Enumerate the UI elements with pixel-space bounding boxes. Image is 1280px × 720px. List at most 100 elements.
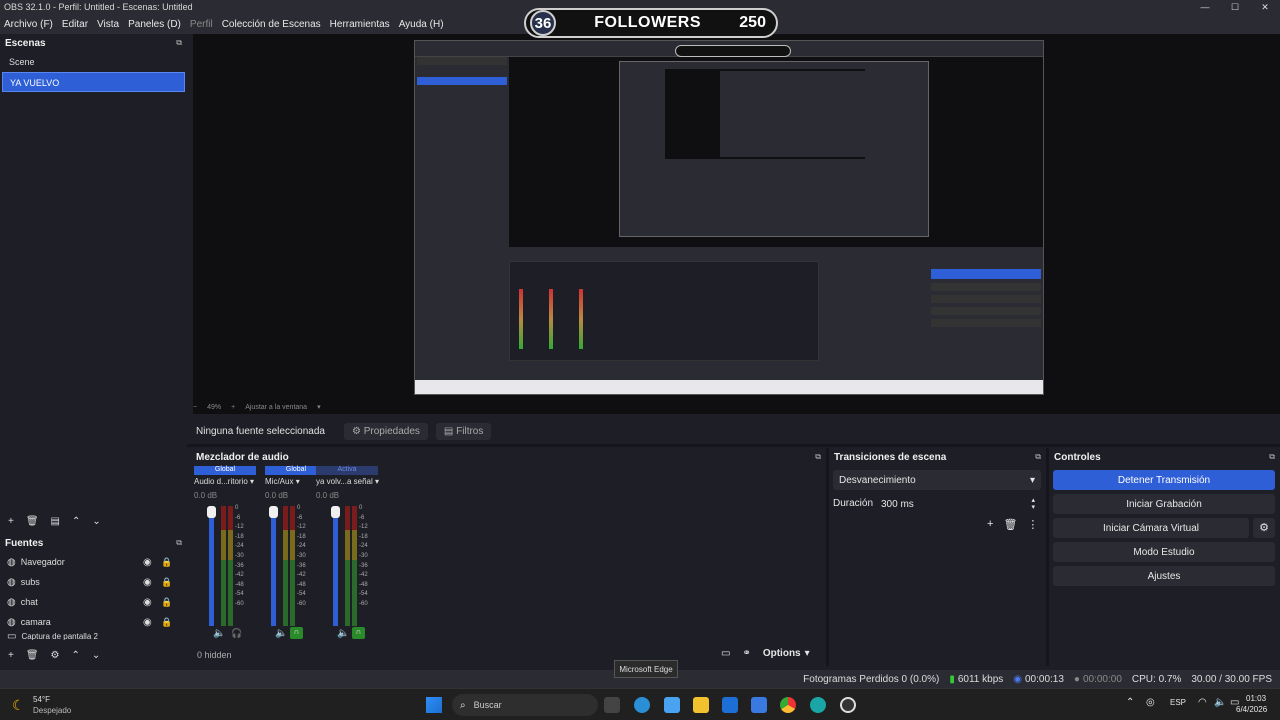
- channel-name[interactable]: ya volv...a señal ▾: [316, 477, 379, 486]
- volume-slider-track[interactable]: [333, 506, 338, 626]
- properties-button[interactable]: ⚙ Propiedades: [344, 422, 428, 440]
- clock-date[interactable]: 6/4/2026: [1236, 705, 1267, 714]
- volume-slider-handle[interactable]: [207, 506, 216, 518]
- maximize-button[interactable]: ☐: [1220, 0, 1250, 14]
- menu-perfil[interactable]: Perfil: [190, 19, 213, 30]
- lock-icon[interactable]: 🔒: [161, 597, 172, 608]
- wifi-icon[interactable]: ◠: [1198, 697, 1207, 708]
- zoom-out-icon[interactable]: −: [193, 404, 197, 411]
- zoom-in-icon[interactable]: +: [231, 404, 235, 411]
- outlook-icon[interactable]: [751, 697, 767, 713]
- volume-slider-track[interactable]: [271, 506, 276, 626]
- lock-icon[interactable]: 🔒: [161, 577, 172, 588]
- volume-icon[interactable]: 🔈: [1214, 697, 1226, 708]
- undock-icon[interactable]: ⧉: [1035, 452, 1041, 462]
- move-up-icon[interactable]: ⌃: [72, 650, 80, 661]
- close-button[interactable]: ✕: [1250, 0, 1280, 14]
- add-transition-icon[interactable]: +: [987, 518, 993, 531]
- windows-start-icon[interactable]: [426, 697, 442, 713]
- eye-icon[interactable]: ◉: [143, 557, 152, 568]
- taskbar-search[interactable]: ⌕ Buscar: [452, 694, 598, 716]
- source-item[interactable]: ◍ Navegador ◉ 🔒: [0, 552, 187, 572]
- source-item[interactable]: ▭ Captura de pantalla 2: [0, 632, 187, 640]
- spinner-icon[interactable]: ▴ ▾: [1031, 497, 1035, 511]
- source-item[interactable]: ◍ chat ◉ 🔒: [0, 592, 187, 612]
- lock-icon[interactable]: 🔒: [161, 617, 172, 628]
- undock-icon[interactable]: ⧉: [176, 38, 182, 48]
- channel-name[interactable]: Audio d...ritorio ▾: [194, 477, 256, 486]
- start-recording-button[interactable]: Iniciar Grabación: [1053, 494, 1275, 514]
- undock-icon[interactable]: ⧉: [176, 538, 182, 548]
- filters-button[interactable]: ▤ Filtros: [435, 422, 492, 440]
- weather-temp[interactable]: 54°F: [33, 695, 50, 704]
- menu-editar[interactable]: Editar: [62, 19, 88, 30]
- eye-icon[interactable]: ◉: [143, 597, 152, 608]
- scene-item-scene[interactable]: Scene: [2, 52, 185, 72]
- move-down-icon[interactable]: ⌄: [92, 650, 100, 661]
- chevron-down-icon[interactable]: ▾: [805, 648, 810, 659]
- headphones-on-icon[interactable]: ∩: [352, 627, 365, 639]
- undock-icon[interactable]: ⧉: [815, 452, 821, 462]
- duration-input[interactable]: 300 ms ▴ ▾: [875, 494, 1041, 514]
- gear-icon[interactable]: ⚙: [1253, 518, 1275, 538]
- move-up-icon[interactable]: ⌃: [72, 516, 80, 527]
- menu-herramientas[interactable]: Herramientas: [330, 19, 390, 30]
- eye-icon[interactable]: ◉: [143, 577, 152, 588]
- layout-icon[interactable]: ▭: [721, 648, 730, 659]
- obs-icon[interactable]: [840, 697, 856, 713]
- volume-slider-handle[interactable]: [269, 506, 278, 518]
- task-view-icon[interactable]: [604, 697, 620, 713]
- source-item[interactable]: ◍ subs ◉ 🔒: [0, 572, 187, 592]
- file-explorer-icon[interactable]: [693, 697, 709, 713]
- remove-source-icon[interactable]: 🗑: [26, 650, 39, 661]
- chrome-icon[interactable]: [780, 697, 796, 713]
- network-icon[interactable]: ◎: [1146, 697, 1155, 708]
- headphones-off-icon[interactable]: 🎧: [231, 628, 242, 639]
- move-down-icon[interactable]: ⌄: [92, 516, 100, 527]
- speaker-icon[interactable]: 🔈: [213, 628, 225, 639]
- eye-icon[interactable]: ◉: [143, 617, 152, 628]
- volume-slider-handle[interactable]: [331, 506, 340, 518]
- fit-window-label[interactable]: Ajustar a la ventana: [245, 404, 307, 411]
- weather-desc[interactable]: Despejado: [33, 706, 71, 715]
- scene-filters-icon[interactable]: ▤: [51, 516, 60, 527]
- source-item[interactable]: ◍ camara ◉ 🔒: [0, 612, 187, 632]
- add-source-icon[interactable]: +: [8, 650, 14, 661]
- add-scene-icon[interactable]: +: [8, 516, 14, 527]
- channel-mode-badge[interactable]: Global: [194, 466, 256, 475]
- volume-slider-track[interactable]: [209, 506, 214, 626]
- remove-transition-icon[interactable]: 🗑: [1003, 518, 1017, 531]
- menu-coleccion[interactable]: Colección de Escenas: [222, 19, 321, 30]
- chevron-down-icon[interactable]: ▾: [317, 403, 321, 411]
- tray-chevron-icon[interactable]: ⌃: [1126, 697, 1134, 708]
- copilot-icon[interactable]: [664, 697, 680, 713]
- undock-icon[interactable]: ⧉: [1269, 452, 1275, 462]
- menu-ayuda[interactable]: Ayuda (H): [399, 19, 444, 30]
- channel-mode-badge[interactable]: Activa: [316, 466, 378, 475]
- lock-icon[interactable]: 🔒: [161, 557, 172, 568]
- scene-item-ya-vuelvo[interactable]: YA VUELVO: [2, 72, 185, 92]
- stop-streaming-button[interactable]: Detener Transmisión: [1053, 470, 1275, 490]
- more-options-icon[interactable]: ⋮: [1027, 518, 1038, 531]
- speaker-icon[interactable]: 🔈: [337, 628, 349, 639]
- weather-icon[interactable]: ☾: [12, 697, 25, 714]
- studio-mode-button[interactable]: Modo Estudio: [1053, 542, 1275, 562]
- menu-vista[interactable]: Vista: [97, 19, 119, 30]
- store-icon[interactable]: [722, 697, 738, 713]
- transition-select[interactable]: Desvanecimiento ▾: [833, 470, 1041, 490]
- language-indicator[interactable]: ESP: [1170, 698, 1186, 707]
- gear-icon[interactable]: ⚙: [51, 650, 60, 661]
- app-icon[interactable]: [810, 697, 826, 713]
- remove-scene-icon[interactable]: 🗑: [26, 516, 39, 527]
- link-icon[interactable]: ⚭: [742, 648, 750, 659]
- start-virtual-camera-button[interactable]: Iniciar Cámara Virtual: [1053, 518, 1249, 538]
- options-button[interactable]: Options: [763, 648, 801, 659]
- minimize-button[interactable]: —: [1190, 0, 1220, 14]
- menu-archivo[interactable]: Archivo (F): [4, 19, 53, 30]
- speaker-icon[interactable]: 🔈: [275, 628, 287, 639]
- headphones-on-icon[interactable]: ∩: [290, 627, 303, 639]
- edge-icon[interactable]: [634, 697, 650, 713]
- settings-button[interactable]: Ajustes: [1053, 566, 1275, 586]
- clock-time[interactable]: 01:03: [1246, 694, 1266, 703]
- menu-paneles[interactable]: Paneles (D): [128, 19, 181, 30]
